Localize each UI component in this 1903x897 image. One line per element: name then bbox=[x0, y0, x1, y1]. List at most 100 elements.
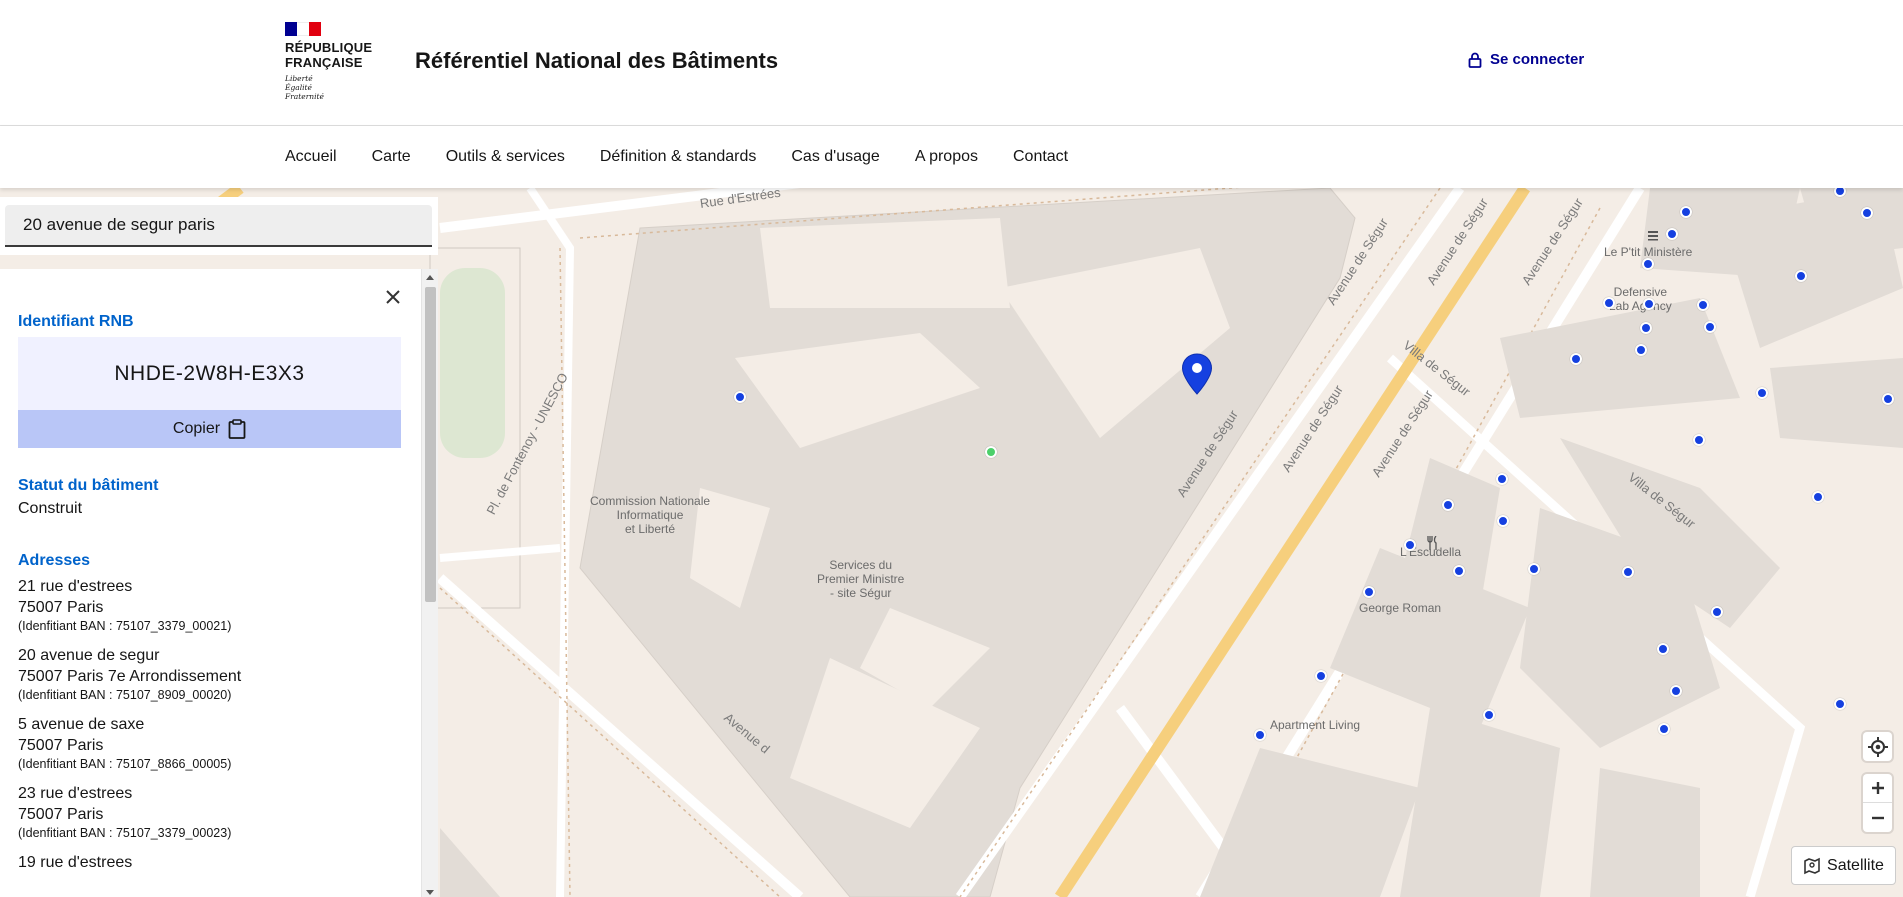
building-marker[interactable] bbox=[1666, 228, 1678, 240]
poi-label-defensive-lab: Defensive Lab Agency bbox=[1609, 285, 1672, 313]
building-marker[interactable] bbox=[1603, 297, 1615, 309]
poi-label-services-premier-ministre: Services du Premier Ministre - site Ségu… bbox=[817, 558, 905, 600]
address-search-input[interactable] bbox=[5, 205, 432, 247]
login-label: Se connecter bbox=[1490, 51, 1585, 68]
zoom-out-button[interactable] bbox=[1863, 803, 1892, 832]
building-marker[interactable] bbox=[1812, 491, 1824, 503]
satellite-toggle-button[interactable]: Satellite bbox=[1791, 846, 1896, 885]
clipboard-icon bbox=[228, 419, 246, 439]
building-marker[interactable] bbox=[1497, 515, 1509, 527]
address-street: 20 avenue de segur bbox=[18, 647, 160, 664]
status-title: Statut du bâtiment bbox=[18, 477, 159, 494]
selected-location-pin-icon[interactable] bbox=[1181, 353, 1213, 395]
building-marker[interactable] bbox=[1711, 606, 1723, 618]
building-marker-selected-center[interactable] bbox=[985, 446, 997, 458]
building-marker[interactable] bbox=[1570, 353, 1582, 365]
building-marker[interactable] bbox=[1658, 723, 1670, 735]
nav-item-accueil[interactable]: Accueil bbox=[285, 148, 337, 166]
address-item: 21 rue d'estrees 75007 Paris (Idenfitian… bbox=[18, 576, 408, 635]
nav-item-contact[interactable]: Contact bbox=[1013, 148, 1068, 166]
building-marker[interactable] bbox=[1642, 258, 1654, 270]
building-marker[interactable] bbox=[1453, 565, 1465, 577]
rnb-id-title: Identifiant RNB bbox=[18, 313, 134, 330]
copy-button[interactable]: Copier bbox=[18, 410, 401, 448]
address-ban-id: (Idenfitiant BAN : 75107_8909_00020) bbox=[18, 688, 232, 702]
geolocate-button[interactable] bbox=[1863, 732, 1892, 761]
building-marker[interactable] bbox=[1834, 698, 1846, 710]
nav-item-carte[interactable]: Carte bbox=[372, 148, 411, 166]
nav-item-outils[interactable]: Outils & services bbox=[446, 148, 565, 166]
copy-label: Copier bbox=[172, 420, 221, 437]
building-marker[interactable] bbox=[1882, 393, 1894, 405]
main-nav: Accueil Carte Outils & services Définiti… bbox=[0, 126, 1903, 188]
address-ban-id: (Idenfitiant BAN : 75107_3379_00023) bbox=[18, 826, 232, 840]
building-marker[interactable] bbox=[1640, 322, 1652, 334]
building-marker[interactable] bbox=[1622, 566, 1634, 578]
scroll-down-arrow-icon[interactable] bbox=[426, 890, 434, 895]
satellite-map-icon bbox=[1804, 857, 1820, 874]
address-item: 19 rue d'estrees bbox=[18, 852, 408, 873]
poi-label-george-roman: George Roman bbox=[1359, 601, 1442, 615]
poi-label-apartment-living: Apartment Living bbox=[1270, 718, 1361, 732]
building-marker[interactable] bbox=[734, 391, 746, 403]
crosshair-icon bbox=[1867, 736, 1888, 757]
zoom-in-button[interactable] bbox=[1863, 774, 1892, 803]
satellite-label: Satellite bbox=[1827, 856, 1884, 874]
building-marker[interactable] bbox=[1693, 434, 1705, 446]
zoom-control bbox=[1863, 774, 1892, 832]
building-marker[interactable] bbox=[1635, 344, 1647, 356]
building-marker[interactable] bbox=[1528, 563, 1540, 575]
address-city: 75007 Paris 7e Arrondissement bbox=[18, 668, 242, 685]
address-item: 5 avenue de saxe 75007 Paris (Idenfitian… bbox=[18, 714, 408, 773]
address-city: 75007 Paris bbox=[18, 806, 104, 823]
building-marker[interactable] bbox=[1442, 499, 1454, 511]
address-ban-id: (Idenfitiant BAN : 75107_3379_00021) bbox=[18, 619, 232, 633]
building-marker[interactable] bbox=[1680, 206, 1692, 218]
address-city: 75007 Paris bbox=[18, 737, 104, 754]
devise-fraternite: Fraternité bbox=[285, 92, 324, 101]
building-marker[interactable] bbox=[1657, 643, 1669, 655]
nav-item-definition[interactable]: Définition & standards bbox=[600, 148, 757, 166]
building-marker[interactable] bbox=[1795, 270, 1807, 282]
panel-scrollbar[interactable] bbox=[421, 269, 438, 897]
address-item: 20 avenue de segur 75007 Paris 7e Arrond… bbox=[18, 645, 408, 704]
minus-icon bbox=[1871, 816, 1884, 819]
scroll-thumb[interactable] bbox=[425, 287, 436, 602]
plus-icon bbox=[1871, 782, 1884, 794]
building-marker[interactable] bbox=[1254, 729, 1266, 741]
nav-item-cas-usage[interactable]: Cas d'usage bbox=[791, 148, 879, 166]
site-title[interactable]: Référentiel National des Bâtiments bbox=[415, 48, 778, 74]
devise-egalite: Égalité bbox=[285, 83, 312, 92]
scroll-up-arrow-icon[interactable] bbox=[426, 275, 434, 280]
restaurant-icon bbox=[1427, 536, 1437, 550]
building-marker[interactable] bbox=[1670, 685, 1682, 697]
search-box bbox=[0, 197, 438, 255]
building-details-panel: Identifiant RNB NHDE-2W8H-E3X3 Copier St… bbox=[0, 269, 438, 897]
building-marker[interactable] bbox=[1704, 321, 1716, 333]
close-icon[interactable] bbox=[383, 287, 403, 307]
building-marker[interactable] bbox=[1643, 298, 1655, 310]
devise: Liberté Égalité Fraternité bbox=[285, 74, 375, 101]
rnb-id-value: NHDE-2W8H-E3X3 bbox=[18, 337, 401, 410]
building-marker[interactable] bbox=[1756, 387, 1768, 399]
lock-icon bbox=[1468, 52, 1482, 68]
poi-label-ptit-ministere: Le P'tit Ministère bbox=[1604, 245, 1693, 259]
building-marker[interactable] bbox=[1496, 473, 1508, 485]
status-value: Construit bbox=[18, 500, 83, 517]
address-street: 21 rue d'estrees bbox=[18, 578, 133, 595]
address-street: 19 rue d'estrees bbox=[18, 854, 133, 871]
republique-francaise-logo[interactable]: RÉPUBLIQUE FRANÇAISE Liberté Égalité Fra… bbox=[285, 22, 375, 101]
french-flag-icon bbox=[285, 22, 321, 36]
brand-line-2: FRANÇAISE bbox=[285, 55, 363, 70]
building-marker[interactable] bbox=[1697, 299, 1709, 311]
building-marker[interactable] bbox=[1315, 670, 1327, 682]
geolocate-control bbox=[1863, 732, 1892, 761]
building-marker[interactable] bbox=[1483, 709, 1495, 721]
addresses-list: 21 rue d'estrees 75007 Paris (Idenfitian… bbox=[18, 576, 408, 883]
nav-item-apropos[interactable]: A propos bbox=[915, 148, 978, 166]
building-marker[interactable] bbox=[1363, 586, 1375, 598]
building-marker[interactable] bbox=[1404, 539, 1416, 551]
building-marker[interactable] bbox=[1861, 207, 1873, 219]
devise-liberte: Liberté bbox=[285, 74, 313, 83]
login-button[interactable]: Se connecter bbox=[1468, 51, 1584, 68]
